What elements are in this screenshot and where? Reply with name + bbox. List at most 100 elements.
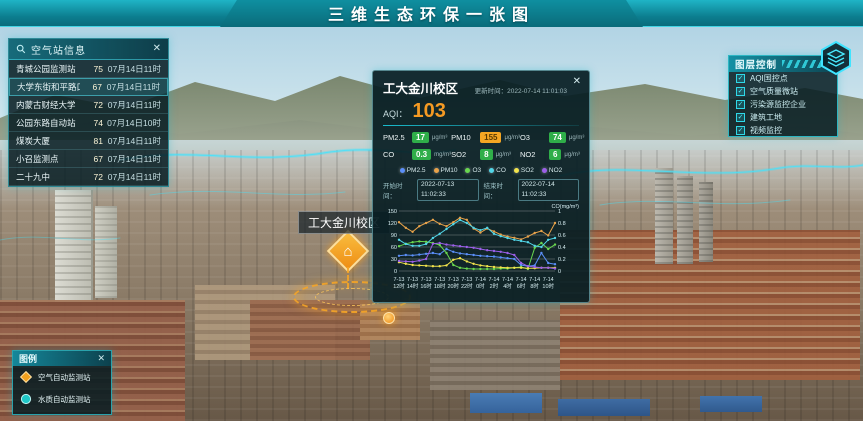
app-header: 三维生态环保一张图: [0, 0, 863, 27]
pollutant-cell: SO2 8 μg/m³: [451, 149, 520, 160]
svg-text:18时: 18时: [434, 282, 446, 290]
layer-item-label: 建筑工地: [750, 112, 782, 123]
legend-item[interactable]: PM10: [434, 167, 458, 174]
legend-item[interactable]: NO2: [542, 167, 562, 174]
pollutant-grid: PM2.5 17 μg/m³PM10 155 μg/m³O3 74 μg/m³C…: [383, 132, 579, 160]
legend-panel-title: 图例: [19, 352, 37, 365]
checkbox-checked-icon[interactable]: ✓: [736, 74, 745, 83]
layer-item[interactable]: ✓ 空气质量微站: [729, 85, 837, 98]
pollutant-value-badge: 8: [480, 149, 492, 160]
legend-label: NO2: [549, 167, 562, 174]
svg-text:2时: 2时: [490, 282, 499, 290]
legend-item[interactable]: PM2.5: [400, 167, 426, 174]
svg-text:7-14: 7-14: [475, 277, 486, 283]
svg-text:30: 30: [391, 257, 397, 263]
layer-item[interactable]: ✓ 建筑工地: [729, 111, 837, 124]
popup-update-time: 更新时间：2022-07-14 11:01:03: [475, 85, 567, 95]
svg-text:8时: 8时: [530, 282, 539, 290]
layer-item[interactable]: ✓ 污染源监控企业: [729, 98, 837, 111]
divider: [383, 125, 579, 126]
legend-label: SO2: [521, 167, 534, 174]
station-name: 公园东路自动站: [16, 117, 81, 129]
svg-text:CO(mg/m³): CO(mg/m³): [552, 204, 580, 210]
checkbox-checked-icon[interactable]: ✓: [736, 113, 745, 122]
start-time-label: 开始时间：: [383, 180, 412, 200]
station-time: 07月14日11时: [103, 171, 161, 183]
svg-text:14时: 14时: [407, 282, 419, 290]
end-time-input[interactable]: 2022-07-14 11:02:33: [518, 179, 579, 201]
pollutant-cell: PM2.5 17 μg/m³: [383, 132, 451, 143]
station-row[interactable]: 内蒙古财经大学 72 07月14日11时: [9, 96, 168, 114]
time-range-row: 开始时间： 2022-07-13 11:02:33 结束时间： 2022-07-…: [383, 179, 579, 201]
legend-label: PM2.5: [407, 167, 426, 174]
popup-title: 工大金川校区: [383, 78, 458, 97]
svg-text:0.2: 0.2: [558, 257, 566, 263]
pollutant-trend-chart[interactable]: 030609012015000.20.40.60.81CO(mg/m³)7-13…: [383, 203, 581, 299]
svg-text:0: 0: [558, 269, 561, 275]
station-aqi: 81: [81, 136, 103, 146]
water-station-icon: [20, 393, 32, 405]
pollutant-cell: CO 0.3 mg/m³: [383, 149, 451, 160]
pollutant-label: O3: [520, 133, 546, 142]
pollutant-unit: μg/m³: [432, 135, 447, 141]
legend-entry-label: 水质自动监测站: [38, 394, 91, 405]
svg-text:0: 0: [394, 269, 397, 275]
station-row[interactable]: 二十九中 72 07月14日11时: [9, 168, 168, 186]
svg-text:0时: 0时: [476, 282, 485, 290]
legend-label: O3: [472, 167, 481, 174]
layer-list: ✓ AQI国控点✓ 空气质量微站✓ 污染源监控企业✓ 建筑工地✓ 视频监控: [729, 72, 837, 137]
svg-text:6时: 6时: [517, 282, 526, 290]
aqi-value: 103: [413, 101, 446, 121]
pollutant-cell: PM10 155 μg/m³: [451, 132, 520, 143]
station-marker-icon: ⌂: [333, 236, 363, 266]
svg-text:7-13: 7-13: [421, 277, 432, 283]
station-row[interactable]: 大学东街和平路口 67 07月14日11时: [9, 78, 168, 96]
layers-icon[interactable]: [818, 40, 854, 76]
svg-text:16时: 16时: [420, 282, 432, 290]
start-time-input[interactable]: 2022-07-13 11:02:33: [417, 179, 478, 201]
svg-text:22时: 22时: [461, 282, 473, 290]
station-name: 大学东街和平路口: [17, 81, 80, 93]
svg-text:7-14: 7-14: [543, 277, 554, 283]
svg-text:150: 150: [388, 209, 397, 215]
legend-panel-close-icon[interactable]: ✕: [97, 353, 105, 364]
svg-text:7-14: 7-14: [529, 277, 540, 283]
svg-text:0.8: 0.8: [558, 221, 566, 227]
pollutant-value-badge: 17: [412, 132, 429, 143]
pollutant-label: NO2: [520, 150, 546, 159]
end-time-label: 结束时间：: [484, 180, 513, 200]
svg-text:7-13: 7-13: [407, 277, 418, 283]
checkbox-checked-icon[interactable]: ✓: [736, 87, 745, 96]
aqi-label: AQI：: [383, 107, 408, 120]
legend-entry[interactable]: 空气自动监测站: [13, 366, 111, 388]
layer-item[interactable]: ✓ 视频监控: [729, 124, 837, 137]
aqi-row: AQI： 103: [383, 101, 579, 121]
legend-entry-label: 空气自动监测站: [38, 372, 91, 383]
station-row[interactable]: 煤炭大厦 81 07月14日11时: [9, 132, 168, 150]
page-title: 三维生态环保一张图: [328, 1, 535, 25]
legend-entry[interactable]: 水质自动监测站: [13, 388, 111, 410]
station-row[interactable]: 公园东路自动站 74 07月14日10时: [9, 114, 168, 132]
station-row[interactable]: 青城公园监测站 75 07月14日11时: [9, 60, 168, 78]
pollutant-value-badge: 0.3: [412, 149, 431, 160]
popup-close-icon[interactable]: ✕: [573, 76, 581, 87]
popup-header: 工大金川校区 更新时间：2022-07-14 11:01:03: [383, 78, 579, 97]
poi-marker[interactable]: [383, 312, 395, 324]
station-name: 二十九中: [16, 171, 81, 183]
checkbox-checked-icon[interactable]: ✓: [736, 100, 745, 109]
legend-item[interactable]: CO: [489, 167, 506, 174]
checkbox-checked-icon[interactable]: ✓: [736, 126, 745, 135]
legend-item[interactable]: O3: [465, 167, 481, 174]
legend-dot: [465, 168, 470, 173]
svg-text:120: 120: [388, 221, 397, 227]
pollutant-unit: μg/m³: [504, 135, 519, 141]
legend-item[interactable]: SO2: [514, 167, 534, 174]
svg-text:10时: 10时: [542, 282, 554, 290]
chart-legend: PM2.5 PM10 O3 CO SO2 NO2: [383, 167, 579, 174]
station-time: 07月14日11时: [103, 99, 161, 111]
station-marker[interactable]: ⌂: [333, 236, 363, 266]
station-row[interactable]: 小召监测点 67 07月14日11时: [9, 150, 168, 168]
station-panel-close-icon[interactable]: ✕: [153, 44, 161, 54]
station-panel-title: 空气站信息: [31, 42, 86, 57]
pollutant-label: SO2: [451, 150, 477, 159]
